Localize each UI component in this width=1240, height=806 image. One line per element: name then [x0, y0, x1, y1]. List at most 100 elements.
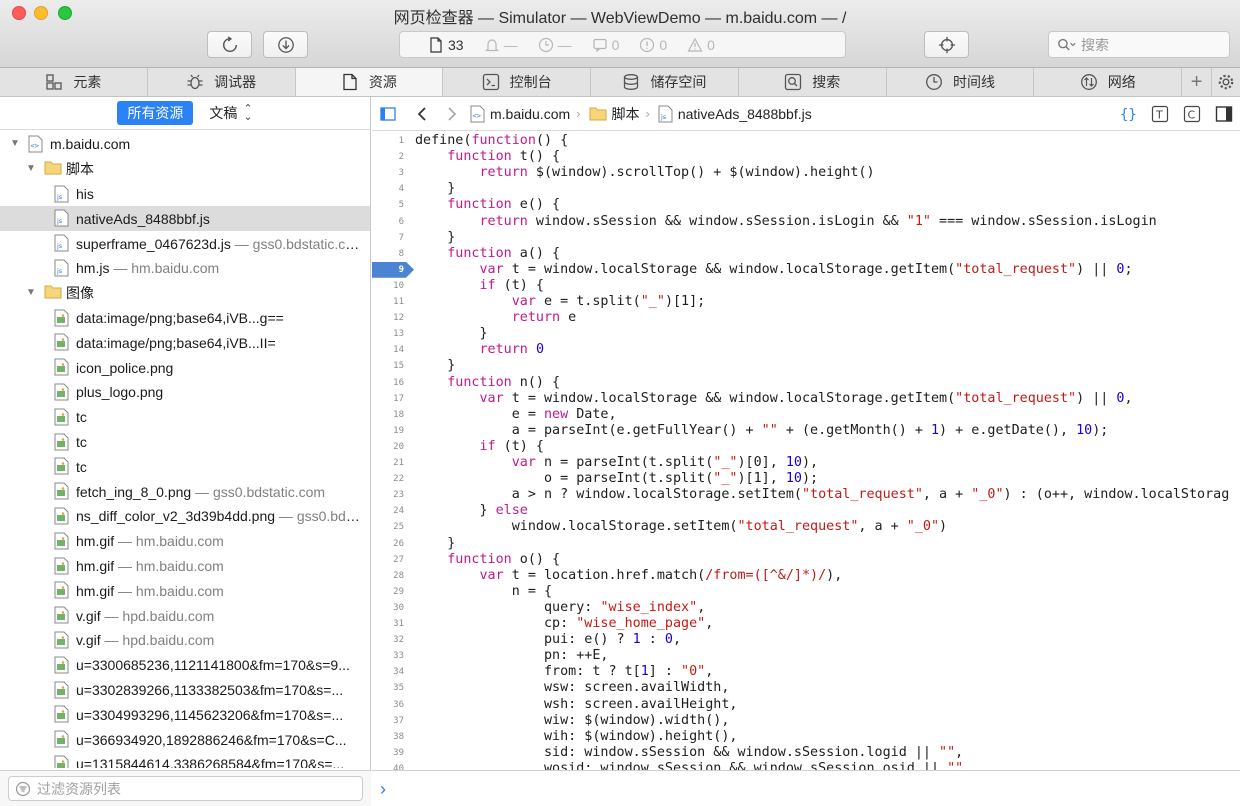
line-number[interactable]: 28: [372, 568, 404, 584]
line-number[interactable]: 24: [372, 503, 404, 519]
tree-item[interactable]: hm.gif — hm.baidu.com: [0, 578, 370, 603]
tab-debugger[interactable]: 调试器: [148, 68, 296, 96]
forward-button[interactable]: [442, 104, 462, 124]
details-sidebar-button[interactable]: [1214, 104, 1234, 124]
tree-item[interactable]: hm.gif — hm.baidu.com: [0, 554, 370, 579]
tab-search[interactable]: 搜索: [739, 68, 887, 96]
line-number[interactable]: 37: [372, 713, 404, 729]
line-number[interactable]: 36: [372, 697, 404, 713]
line-number[interactable]: 39: [372, 745, 404, 761]
tree-item[interactable]: plus_logo.png: [0, 380, 370, 405]
line-number[interactable]: 18: [372, 407, 404, 423]
line-number[interactable]: 31: [372, 616, 404, 632]
line-number[interactable]: 1: [372, 133, 404, 149]
scope-all-resources-button[interactable]: 所有资源: [117, 101, 194, 125]
tree-folder[interactable]: ▼ 图像: [0, 281, 370, 306]
type-profiler-button[interactable]: T: [1150, 104, 1170, 124]
line-number[interactable]: 22: [372, 471, 404, 487]
tab-elements[interactable]: 元素: [0, 68, 148, 96]
tree-item[interactable]: data:image/png;base64,iVB...II=: [0, 330, 370, 355]
line-number[interactable]: 7: [372, 230, 404, 246]
tree-folder[interactable]: ▼ 脚本: [0, 157, 370, 182]
disclosure-triangle-icon[interactable]: ▼: [26, 164, 36, 174]
tree-item[interactable]: v.gif — hpd.baidu.com: [0, 603, 370, 628]
line-number[interactable]: 33: [372, 648, 404, 664]
line-number[interactable]: 20: [372, 439, 404, 455]
line-number[interactable]: 17: [372, 391, 404, 407]
line-number[interactable]: 14: [372, 342, 404, 358]
search-field[interactable]: 搜索: [1048, 31, 1230, 58]
tab-storage[interactable]: 储存空间: [591, 68, 739, 96]
tree-item[interactable]: u=1315844614,3386268584&fm=170&s=...: [0, 752, 370, 768]
tree-item[interactable]: js his: [0, 182, 370, 207]
line-number[interactable]: 19: [372, 423, 404, 439]
activity-item[interactable]: 33: [428, 37, 464, 53]
line-number[interactable]: 16: [372, 375, 404, 391]
line-number[interactable]: 40: [372, 761, 404, 770]
line-number[interactable]: 30: [372, 600, 404, 616]
tree-item[interactable]: tc: [0, 405, 370, 430]
line-number[interactable]: 6: [372, 214, 404, 230]
line-number[interactable]: 3: [372, 165, 404, 181]
add-tab-button[interactable]: +: [1182, 68, 1213, 96]
back-button[interactable]: [412, 104, 432, 124]
line-number[interactable]: 27: [372, 552, 404, 568]
tab-console[interactable]: 控制台: [443, 68, 592, 96]
line-number[interactable]: 35: [372, 680, 404, 696]
tab-resources[interactable]: 资源: [295, 68, 444, 96]
activity-item[interactable]: 0: [687, 37, 715, 53]
tab-timeline[interactable]: 时间线: [887, 68, 1035, 96]
settings-tab-button[interactable]: [1212, 68, 1240, 96]
line-number[interactable]: 8: [372, 246, 404, 262]
toggle-sidebar-button[interactable]: [378, 104, 398, 124]
line-number[interactable]: 15: [372, 358, 404, 374]
tree-item[interactable]: u=3304993296,1145623206&fm=170&s=...: [0, 702, 370, 727]
breadcrumb-item[interactable]: <> m.baidu.com: [470, 105, 570, 123]
quick-console[interactable]: ›: [372, 770, 1240, 806]
line-number-gutter[interactable]: 1 2 3 4 5 6 7 8 9 10 11 12 13 14 15 16 17 18 19 20 21 22 23 24 2…: [372, 132, 414, 770]
line-number[interactable]: 12: [372, 310, 404, 326]
activity-item[interactable]: —: [484, 37, 518, 53]
tree-item[interactable]: v.gif — hpd.baidu.com: [0, 628, 370, 653]
line-number[interactable]: 29: [372, 584, 404, 600]
line-number[interactable]: 13: [372, 326, 404, 342]
line-number[interactable]: 4: [372, 181, 404, 197]
line-number[interactable]: 25: [372, 519, 404, 535]
activity-item[interactable]: —: [538, 37, 572, 53]
line-number[interactable]: 10: [372, 278, 404, 294]
download-button[interactable]: [263, 31, 308, 58]
tree-item[interactable]: tc: [0, 430, 370, 455]
activity-item[interactable]: 0: [639, 37, 667, 53]
line-number[interactable]: 23: [372, 487, 404, 503]
tree-item[interactable]: hm.gif — hm.baidu.com: [0, 529, 370, 554]
filter-resources-input[interactable]: 过滤资源列表: [8, 776, 363, 801]
line-number[interactable]: 26: [372, 536, 404, 552]
line-number[interactable]: 2: [372, 149, 404, 165]
breadcrumb-item[interactable]: 脚本: [589, 104, 640, 124]
code-view[interactable]: 1 2 3 4 5 6 7 8 9 10 11 12 13 14 15 16 17 18 19 20 21 22 23 24 2…: [372, 132, 1240, 770]
breadcrumb-item[interactable]: js nativeAds_8488bbf.js: [658, 105, 812, 123]
tree-item[interactable]: u=3302839266,1133382503&fm=170&s=...: [0, 678, 370, 703]
line-number[interactable]: 21: [372, 455, 404, 471]
code-coverage-button[interactable]: C: [1182, 104, 1202, 124]
tree-item[interactable]: u=3300685236,1121141800&fm=170&s=9...: [0, 653, 370, 678]
line-number[interactable]: 9: [372, 262, 404, 278]
tree-item[interactable]: js hm.js — hm.baidu.com: [0, 256, 370, 281]
tree-item[interactable]: data:image/png;base64,iVB...g==: [0, 306, 370, 331]
line-number[interactable]: 5: [372, 197, 404, 213]
tree-item[interactable]: u=366934920,1892886246&fm=170&s=C...: [0, 727, 370, 752]
scope-document-popup[interactable]: 文稿 ⌃ ⌄: [209, 103, 252, 123]
tree-item[interactable]: js superframe_0467623d.js — gss0.bdstatic…: [0, 231, 370, 256]
line-number[interactable]: 11: [372, 294, 404, 310]
inspect-element-button[interactable]: [924, 31, 969, 58]
line-number[interactable]: 38: [372, 729, 404, 745]
disclosure-triangle-icon[interactable]: ▼: [10, 139, 20, 149]
tree-item[interactable]: fetch_ing_8_0.png — gss0.bdstatic.com: [0, 479, 370, 504]
pretty-print-button[interactable]: {}: [1118, 104, 1138, 124]
activity-item[interactable]: 0: [592, 37, 619, 53]
tree-item[interactable]: js nativeAds_8488bbf.js: [0, 206, 370, 232]
tree-item[interactable]: tc: [0, 454, 370, 479]
reload-button[interactable]: [207, 31, 252, 58]
tab-network[interactable]: 网络: [1034, 68, 1183, 96]
disclosure-triangle-icon[interactable]: ▼: [26, 288, 36, 298]
